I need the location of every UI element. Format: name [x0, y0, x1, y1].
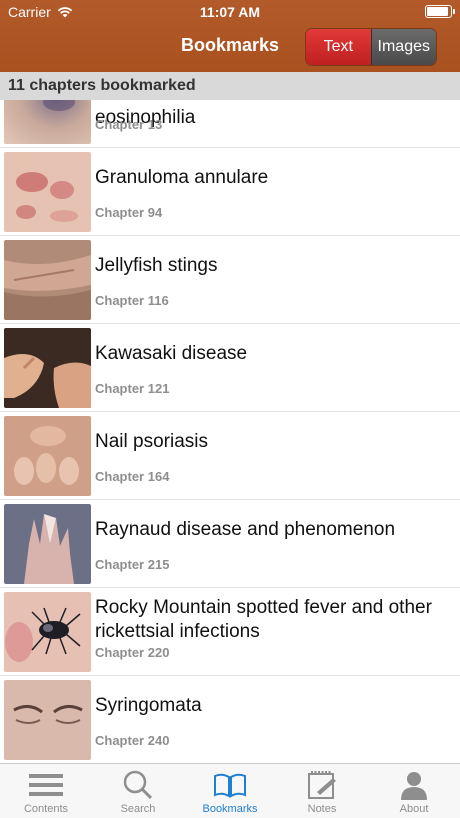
tab-bookmarks[interactable]: Bookmarks — [184, 764, 276, 818]
bookmark-row[interactable]: Kawasaki disease Chapter 121 — [0, 324, 460, 412]
thumbnail-image — [4, 680, 91, 760]
open-book-icon — [214, 773, 246, 798]
thumbnail-image — [4, 416, 91, 496]
tab-contents-label: Contents — [23, 803, 69, 815]
person-icon — [401, 772, 427, 800]
bookmark-chapter: Chapter 13 — [95, 117, 163, 132]
tab-about-label: About — [399, 803, 429, 815]
tab-notes[interactable]: Notes — [276, 764, 368, 818]
tab-notes-label: Notes — [307, 803, 337, 815]
section-header: 11 chapters bookmarked — [0, 72, 460, 100]
search-icon — [123, 770, 153, 800]
bookmark-chapter: Chapter 94 — [95, 205, 163, 220]
bookmark-title: Raynaud disease and phenomenon — [95, 519, 396, 540]
bookmark-row[interactable]: Raynaud disease and phenomenon Chapter 2… — [0, 500, 460, 588]
status-bar: Carrier 11:07 AM — [0, 0, 460, 24]
bookmark-title: Jellyfish stings — [95, 255, 218, 276]
bookmark-chapter: Chapter 116 — [95, 293, 169, 308]
bookmark-title: Granuloma annulare — [95, 167, 269, 188]
navigation-header: Carrier 11:07 AM Bookmarks Text Images — [0, 0, 460, 72]
segment-images[interactable]: Images — [370, 29, 436, 65]
bookmark-title: Rocky Mountain spotted fever and other r… — [95, 597, 432, 642]
thumbnail-image — [4, 504, 91, 584]
bookmark-row[interactable]: Rocky Mountain spotted fever and other r… — [0, 588, 460, 676]
bookmark-row[interactable]: Syringomata Chapter 240 — [0, 676, 460, 763]
view-mode-segmented-control: Text Images — [305, 28, 437, 66]
bookmark-chapter: Chapter 220 — [95, 645, 170, 660]
thumbnail-image — [4, 328, 91, 408]
bookmark-chapter: Chapter 164 — [95, 469, 170, 484]
tab-bar: Contents Search Bookmarks Notes About — [0, 763, 460, 818]
thumbnail-image — [4, 240, 91, 320]
list-icon — [29, 774, 63, 796]
thumbnail-image — [4, 100, 91, 144]
tab-about[interactable]: About — [368, 764, 460, 818]
tab-search-label: Search — [120, 803, 156, 815]
bookmark-row[interactable]: Jellyfish stings Chapter 116 — [0, 236, 460, 324]
bookmark-chapter: Chapter 121 — [95, 381, 170, 396]
tab-contents[interactable]: Contents — [0, 764, 92, 818]
bookmark-row[interactable]: Nail psoriasis Chapter 164 — [0, 412, 460, 500]
bookmark-title: Syringomata — [95, 695, 202, 716]
battery-icon — [425, 5, 455, 18]
tab-bookmarks-label: Bookmarks — [202, 803, 258, 815]
tab-search[interactable]: Search — [92, 764, 184, 818]
page-title: Bookmarks — [180, 35, 280, 55]
bookmark-title: Kawasaki disease — [95, 343, 248, 364]
bookmark-row[interactable]: Granuloma annulare Chapter 94 — [0, 148, 460, 236]
status-time: 11:07 AM — [199, 4, 261, 20]
bookmark-list[interactable]: eosinophilia Chapter 13 Granuloma annula… — [0, 100, 460, 763]
bookmark-title: Nail psoriasis — [95, 431, 208, 452]
bookmark-chapter: Chapter 215 — [95, 557, 170, 572]
thumbnail-image — [4, 592, 91, 672]
bookmark-row[interactable]: eosinophilia Chapter 13 — [0, 100, 460, 148]
bookmark-chapter: Chapter 240 — [95, 733, 170, 748]
battery-level — [427, 7, 448, 16]
segment-text[interactable]: Text — [306, 29, 371, 65]
notepad-icon — [308, 771, 336, 799]
thumbnail-image — [4, 152, 91, 232]
